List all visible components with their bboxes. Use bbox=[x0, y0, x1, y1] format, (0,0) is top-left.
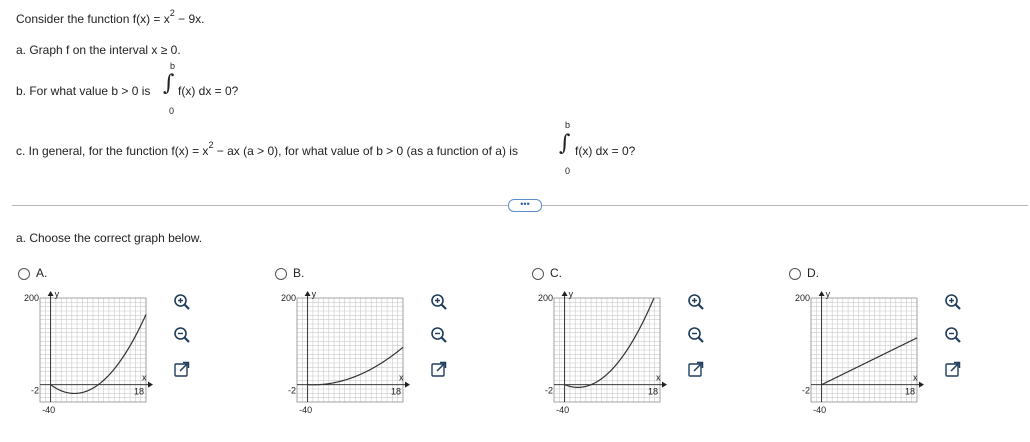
expand-more-button[interactable]: ••• bbox=[508, 199, 542, 212]
y-min-label: -40 bbox=[556, 405, 569, 415]
zoom-in-icon[interactable] bbox=[944, 293, 962, 311]
handle bbox=[183, 336, 190, 343]
handle bbox=[697, 303, 704, 310]
option-a-graph: y x 200 -40-2 18 bbox=[24, 290, 153, 415]
zoom-in-icon[interactable] bbox=[687, 293, 705, 311]
y-axis-arrow bbox=[304, 291, 311, 296]
x-min-label: -2 bbox=[288, 386, 296, 396]
zoom-out-icon[interactable] bbox=[687, 326, 705, 344]
option-c-graph: y x 200 -40-2 18 bbox=[538, 290, 667, 415]
part-c-upper-limit: b bbox=[565, 120, 571, 130]
function-curve bbox=[564, 298, 655, 388]
x-max-label: 18 bbox=[648, 387, 658, 397]
part-b-upper-limit: b bbox=[170, 61, 176, 71]
zoom-out-icon[interactable] bbox=[430, 326, 448, 344]
handle bbox=[440, 336, 447, 343]
y-min-label: -40 bbox=[813, 405, 826, 415]
option-a-label: A. bbox=[36, 266, 48, 280]
x-axis-letter: x bbox=[656, 373, 661, 383]
option-b-radio[interactable] bbox=[275, 268, 287, 280]
x-axis-letter: x bbox=[399, 373, 404, 383]
y-min-label: -40 bbox=[299, 405, 312, 415]
x-axis-arrow bbox=[405, 381, 410, 388]
option-d-graph: y x 200 -40-2 18 bbox=[795, 290, 924, 415]
y-max-label: 200 bbox=[281, 293, 296, 303]
part-c-text: c. In general, for the function f(x) = x… bbox=[16, 140, 518, 158]
option-a-radio[interactable] bbox=[18, 268, 30, 280]
part-c-integrand: f(x) dx = 0? bbox=[575, 144, 636, 158]
option-c: C. y x 200 -40 -2 18 bbox=[532, 262, 782, 437]
y-axis-arrow bbox=[47, 291, 54, 296]
option-d-radio[interactable] bbox=[789, 268, 801, 280]
graph-grid bbox=[810, 297, 918, 403]
x-min-label: -2 bbox=[31, 386, 39, 396]
y-max-label: 200 bbox=[795, 293, 810, 303]
x-axis-arrow bbox=[919, 381, 924, 388]
y-max-label: 200 bbox=[538, 293, 553, 303]
y-axis-letter: y bbox=[569, 290, 574, 299]
y-min-label: -40 bbox=[42, 405, 55, 415]
x-axis-letter: x bbox=[142, 373, 147, 383]
y-max-label: 200 bbox=[24, 293, 39, 303]
handle bbox=[954, 336, 961, 343]
option-a: A. y x 200 -40 -2 18 bbox=[18, 262, 268, 437]
popout-icon[interactable] bbox=[173, 360, 191, 378]
popout-icon[interactable] bbox=[687, 360, 705, 378]
handle bbox=[440, 303, 447, 310]
x-axis-arrow bbox=[662, 381, 667, 388]
option-b-label: B. bbox=[293, 266, 305, 280]
graph-grid bbox=[39, 297, 147, 403]
handle bbox=[183, 303, 190, 310]
option-b: B. y x 200 -40 -2 18 bbox=[275, 262, 525, 437]
y-axis-arrow bbox=[561, 291, 568, 296]
zoom-in-icon[interactable] bbox=[173, 293, 191, 311]
zoom-out-icon[interactable] bbox=[173, 326, 191, 344]
handle bbox=[697, 336, 704, 343]
graph-grid bbox=[296, 297, 404, 403]
option-c-radio[interactable] bbox=[532, 268, 544, 280]
popout-icon[interactable] bbox=[944, 360, 962, 378]
handle bbox=[954, 303, 961, 310]
x-axis-letter: x bbox=[913, 373, 918, 383]
y-axis-arrow bbox=[818, 291, 825, 296]
y-axis-letter: y bbox=[55, 290, 60, 299]
x-min-label: -2 bbox=[802, 386, 810, 396]
option-b-graph: y x 200 -40-2 18 bbox=[281, 290, 410, 415]
question-intro: Consider the function f(x) = x2 − 9x. bbox=[16, 8, 205, 26]
part-b-text: b. For what value b > 0 is bbox=[16, 84, 151, 98]
option-c-label: C. bbox=[550, 266, 562, 280]
popout-icon[interactable] bbox=[430, 360, 448, 378]
x-max-label: 18 bbox=[391, 387, 401, 397]
y-axis-letter: y bbox=[826, 290, 831, 299]
zoom-out-icon[interactable] bbox=[944, 326, 962, 344]
x-min-label: -2 bbox=[545, 386, 553, 396]
y-axis-letter: y bbox=[312, 290, 317, 299]
option-d: D. y x 200 -40 -2 18 bbox=[789, 262, 1030, 437]
part-b-integral-sign: ∫ bbox=[163, 71, 175, 96]
part-c-lower-limit: 0 bbox=[565, 166, 571, 176]
answer-prompt: a. Choose the correct graph below. bbox=[16, 231, 203, 245]
part-b-integrand: f(x) dx = 0? bbox=[178, 84, 239, 98]
part-c-integral-sign: ∫ bbox=[559, 131, 571, 156]
x-max-label: 18 bbox=[905, 387, 915, 397]
part-a-text: a. Graph f on the interval x ≥ 0. bbox=[16, 43, 181, 57]
option-d-label: D. bbox=[807, 266, 819, 280]
x-axis-arrow bbox=[148, 381, 153, 388]
zoom-in-icon[interactable] bbox=[430, 293, 448, 311]
part-b-lower-limit: 0 bbox=[169, 106, 175, 116]
x-max-label: 18 bbox=[134, 387, 144, 397]
